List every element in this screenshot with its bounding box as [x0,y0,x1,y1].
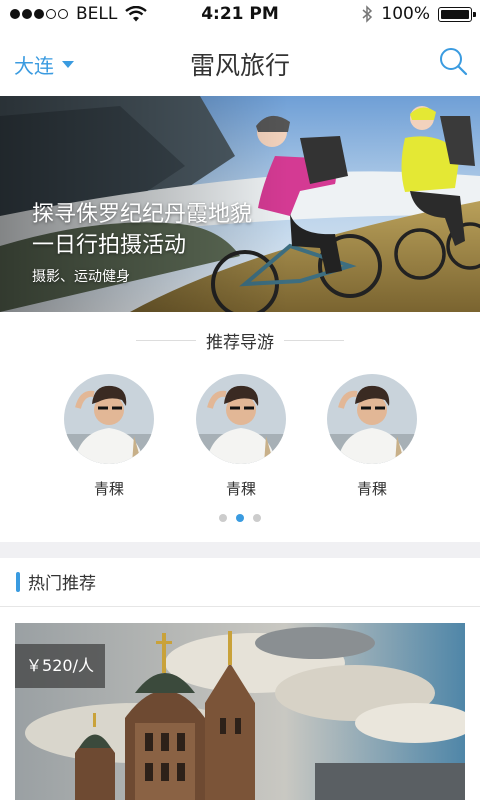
guide-card[interactable]: 青稞 [327,374,417,499]
section-title: 热门推荐 [28,574,96,594]
pager-dot[interactable] [219,514,227,522]
banner-title-line2: 一日行拍摄活动 [32,233,187,258]
nav-bar: 大连 雷风旅行 [0,28,480,96]
guide-card[interactable]: 青稞 [64,374,154,499]
carousel-pager [0,514,480,522]
hot-section-header: 热门推荐 [0,558,480,607]
status-bar: BELL 4:21 PM 100% [0,0,480,28]
pager-dot[interactable] [253,514,261,522]
guide-name: 青稞 [93,480,124,498]
banner-tags: 摄影、运动健身 [32,269,130,285]
hot-section: ￥520/人 [0,607,480,800]
page-title: 雷风旅行 [189,51,290,80]
section-header: 推荐导游 [0,328,480,353]
battery-icon [438,6,476,22]
banner-title: 探寻侏罗纪纪丹霞地貌 一日行拍摄活动 [32,199,252,261]
recommended-guides-section: 推荐导游 青稞 青稞 青稞 [0,312,480,542]
guide-card[interactable]: 青稞 [196,374,286,499]
section-title: 推荐导游 [206,333,274,353]
battery-percent: 100% [381,4,430,24]
avatar [196,374,286,464]
pager-dot[interactable] [236,514,244,522]
banner-carousel[interactable]: 探寻侏罗纪纪丹霞地貌 一日行拍摄活动 摄影、运动健身 [0,96,480,312]
divider [136,340,196,341]
status-right: 100% [361,4,476,24]
banner-title-line1: 探寻侏罗纪纪丹霞地貌 [32,202,253,227]
search-icon[interactable] [438,46,468,76]
trip-card[interactable]: ￥520/人 [15,623,465,800]
accent-bar [16,572,20,592]
avatar [64,374,154,464]
guide-name: 青稞 [356,480,387,498]
divider [284,340,344,341]
bluetooth-icon [362,5,373,23]
guide-name: 青稞 [225,480,256,498]
price-tag: ￥520/人 [15,644,105,688]
avatar [327,374,417,464]
